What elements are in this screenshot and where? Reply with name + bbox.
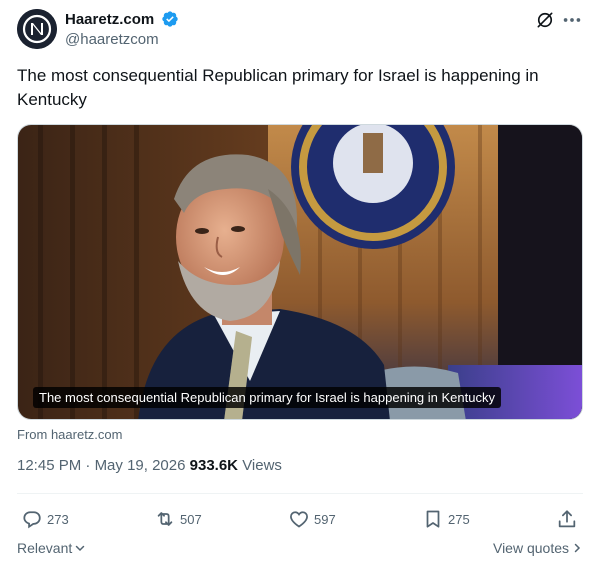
link-source[interactable]: From haaretz.com bbox=[17, 427, 122, 442]
reply-button[interactable]: 273 bbox=[21, 506, 69, 532]
sort-label: Relevant bbox=[17, 540, 73, 556]
tweet-header: Haaretz.com @haaretzcom bbox=[17, 9, 583, 53]
bookmark-count: 275 bbox=[448, 511, 470, 527]
view-quotes-link[interactable]: View quotes bbox=[493, 540, 583, 556]
more-icon[interactable] bbox=[561, 9, 583, 31]
author-handle[interactable]: @haaretzcom bbox=[65, 31, 159, 48]
heart-icon bbox=[290, 511, 308, 528]
views-label: Views bbox=[242, 457, 282, 474]
tweet-text: The most consequential Republican primar… bbox=[17, 66, 539, 109]
tweet-footer: Relevant View quotes bbox=[17, 540, 583, 560]
repost-button[interactable]: 507 bbox=[154, 506, 202, 532]
tweet-time[interactable]: 12:45 PM bbox=[17, 457, 81, 474]
views-count: 933.6K bbox=[189, 457, 239, 474]
like-count: 597 bbox=[314, 511, 336, 527]
avatar[interactable] bbox=[17, 9, 57, 49]
author-name[interactable]: Haaretz.com bbox=[65, 11, 154, 28]
action-bar: 273 507 597 275 bbox=[17, 506, 583, 532]
reply-count: 273 bbox=[47, 511, 69, 527]
repost-icon bbox=[157, 512, 173, 526]
media-image bbox=[18, 125, 582, 419]
bookmark-button[interactable]: 275 bbox=[422, 506, 470, 532]
grok-icon[interactable] bbox=[535, 10, 555, 30]
view-quotes-label: View quotes bbox=[492, 540, 569, 556]
chevron-down-icon bbox=[76, 545, 85, 552]
reply-icon bbox=[23, 511, 41, 529]
like-button[interactable]: 597 bbox=[288, 506, 336, 532]
sort-dropdown[interactable]: Relevant bbox=[17, 540, 86, 556]
tweet-meta: 12:45 PM · May 19, 2026 933.6K Views bbox=[17, 457, 282, 474]
haaretz-logo bbox=[17, 9, 57, 49]
share-icon bbox=[558, 510, 576, 528]
meta-separator: · bbox=[81, 457, 95, 474]
divider bbox=[17, 493, 583, 494]
repost-count: 507 bbox=[180, 511, 202, 527]
share-button[interactable] bbox=[556, 506, 582, 532]
tweet-date[interactable]: May 19, 2026 bbox=[95, 457, 186, 474]
bookmark-icon bbox=[426, 510, 440, 528]
verified-badge-icon bbox=[162, 11, 178, 27]
media-caption: The most consequential Republican primar… bbox=[33, 387, 501, 408]
chevron-right-icon bbox=[574, 543, 581, 553]
tweet-media[interactable]: The most consequential Republican primar… bbox=[17, 124, 583, 420]
